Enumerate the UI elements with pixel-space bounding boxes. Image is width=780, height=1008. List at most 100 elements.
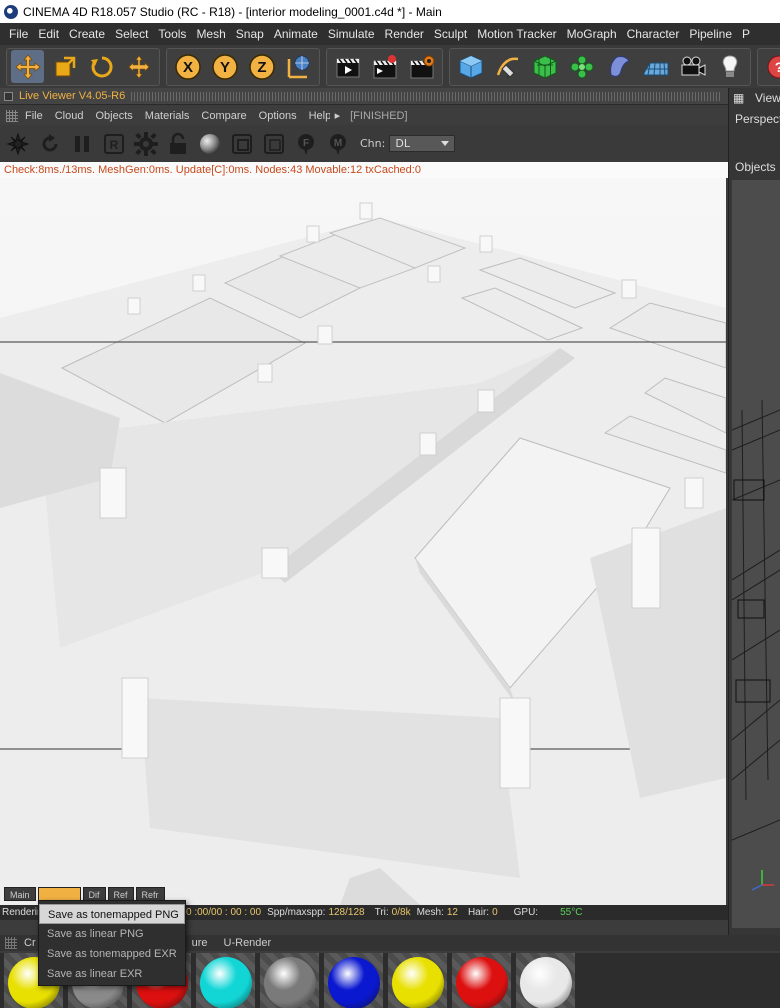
menu-sculpt[interactable]: Sculpt <box>429 27 472 41</box>
tab-ref[interactable]: Ref <box>107 887 134 901</box>
menu-character[interactable]: Character <box>622 27 685 41</box>
menu-motion-tracker[interactable]: Motion Tracker <box>472 27 561 41</box>
hair-label: Hair: <box>467 907 490 918</box>
menu-pipeline[interactable]: Pipeline <box>684 27 737 41</box>
menu-edit[interactable]: Edit <box>33 27 64 41</box>
lv-menu-file[interactable]: File <box>20 110 48 122</box>
lock-icon[interactable] <box>164 130 192 158</box>
tag-icon[interactable]: ? <box>762 50 780 83</box>
move-tool-icon[interactable] <box>11 50 44 83</box>
svg-text:Z: Z <box>257 59 266 76</box>
lv-menu-options[interactable]: Options <box>254 110 302 122</box>
pen-spline-icon[interactable] <box>491 50 524 83</box>
render-view-icon[interactable] <box>331 50 364 83</box>
object-tools-group <box>449 47 751 86</box>
perspective-viewport[interactable] <box>732 180 780 928</box>
channel-select[interactable]: DL <box>389 135 456 152</box>
render-viewport[interactable] <box>0 178 726 905</box>
tab-dif[interactable]: Dif <box>82 887 106 901</box>
light-icon[interactable] <box>713 50 746 83</box>
gpu-label: GPU: <box>513 907 539 918</box>
panel-grid-icon[interactable] <box>6 109 18 122</box>
live-selection-icon[interactable] <box>122 50 155 83</box>
material-preview-icon[interactable] <box>196 130 224 158</box>
cloner-icon[interactable] <box>565 50 598 83</box>
menu-simulate[interactable]: Simulate <box>323 27 380 41</box>
material-swatch[interactable] <box>196 953 255 1008</box>
lv-menu-cloud[interactable]: Cloud <box>50 110 89 122</box>
material-tab-urender[interactable]: U-Render <box>224 937 272 949</box>
render-time: 0 :00/00 : 00 : 00 <box>186 907 262 918</box>
menu-item-save-tonemapped-exr[interactable]: Save as tonemapped EXR <box>39 944 185 964</box>
material-tab-feature[interactable]: ure <box>192 937 208 949</box>
material-swatch[interactable] <box>452 953 511 1008</box>
m-button-icon[interactable]: M <box>324 130 352 158</box>
tab-refr[interactable]: Refr <box>135 887 165 901</box>
region-render-icon[interactable]: R <box>100 130 128 158</box>
lv-menu-materials[interactable]: Materials <box>140 110 195 122</box>
floor-icon[interactable] <box>639 50 672 83</box>
panel-menu-toggle[interactable] <box>4 91 13 101</box>
mesh-value: 12 <box>446 907 458 918</box>
menu-snap[interactable]: Snap <box>231 27 269 41</box>
material-swatch[interactable] <box>324 953 383 1008</box>
material-swatch[interactable] <box>388 953 447 1008</box>
lv-menu-objects[interactable]: Objects <box>90 110 137 122</box>
material-swatch[interactable] <box>516 953 575 1008</box>
menu-overflow[interactable]: P <box>737 27 755 41</box>
lv-menu-compare[interactable]: Compare <box>196 110 251 122</box>
menu-mesh[interactable]: Mesh <box>191 27 230 41</box>
panel-grid-icon[interactable] <box>5 937 17 949</box>
menu-tools[interactable]: Tools <box>153 27 191 41</box>
menu-item-save-tonemapped-png[interactable]: Save as tonemapped PNG <box>39 904 185 924</box>
settings-gear-icon[interactable] <box>132 130 160 158</box>
menu-mograph[interactable]: MoGraph <box>562 27 622 41</box>
octane-logo-icon[interactable] <box>4 130 32 158</box>
material-swatch[interactable] <box>260 953 319 1008</box>
subdivision-surface-icon[interactable] <box>528 50 561 83</box>
menu-file[interactable]: File <box>4 27 33 41</box>
cinema4d-logo-icon <box>4 4 18 19</box>
x-axis-lock-icon[interactable]: X <box>171 50 204 83</box>
menu-create[interactable]: Create <box>64 27 110 41</box>
svg-text:Y: Y <box>219 59 229 76</box>
live-viewer-header: Live Viewer V4.05-R6 <box>0 88 728 105</box>
tab-cemain[interactable]: CeMain <box>37 887 81 901</box>
scale-tool-icon[interactable] <box>48 50 81 83</box>
tab-main[interactable]: Main <box>4 887 36 901</box>
render-picture-viewer-icon[interactable] <box>368 50 401 83</box>
menu-render[interactable]: Render <box>380 27 429 41</box>
rotate-tool-icon[interactable] <box>85 50 118 83</box>
cube-primitive-icon[interactable] <box>454 50 487 83</box>
render-settings-icon[interactable] <box>405 50 438 83</box>
pause-icon[interactable] <box>68 130 96 158</box>
tab-objects[interactable]: Objects <box>735 160 776 174</box>
main-menubar: File Edit Create Select Tools Mesh Snap … <box>0 23 780 45</box>
render-image <box>0 178 726 905</box>
main-toolbar: X Y Z <box>0 45 780 89</box>
y-axis-lock-icon[interactable]: Y <box>208 50 241 83</box>
lv-menu-help[interactable]: Help <box>304 110 330 122</box>
svg-text:?: ? <box>774 59 780 75</box>
menu-select[interactable]: Select <box>110 27 153 41</box>
focus-icon[interactable] <box>260 130 288 158</box>
render-pass-tabs: Main CeMain Dif Ref Refr <box>4 887 165 901</box>
restart-icon[interactable] <box>36 130 64 158</box>
window-title: CINEMA 4D R18.057 Studio (RC - R18) - [i… <box>23 4 442 19</box>
menu-overflow-arrow-icon[interactable]: ▸ <box>332 109 344 122</box>
material-tab-create[interactable]: Cr <box>24 937 36 949</box>
panel-drag-grip[interactable] <box>131 91 722 101</box>
world-coordinates-icon[interactable] <box>282 50 315 83</box>
menu-item-save-linear-exr[interactable]: Save as linear EXR <box>39 964 185 984</box>
camera-icon[interactable] <box>676 50 709 83</box>
menu-item-save-linear-png[interactable]: Save as linear PNG <box>39 924 185 944</box>
z-axis-lock-icon[interactable]: Z <box>245 50 278 83</box>
menu-animate[interactable]: Animate <box>269 27 323 41</box>
viewport-icon[interactable] <box>228 130 256 158</box>
tab-view[interactable]: View <box>755 91 780 105</box>
chevron-down-icon <box>441 141 450 146</box>
deformer-icon[interactable] <box>602 50 635 83</box>
f-button-icon[interactable]: F <box>292 130 320 158</box>
view-panel-grid-icon[interactable]: ▦ <box>733 91 744 105</box>
svg-text:M: M <box>334 138 342 149</box>
